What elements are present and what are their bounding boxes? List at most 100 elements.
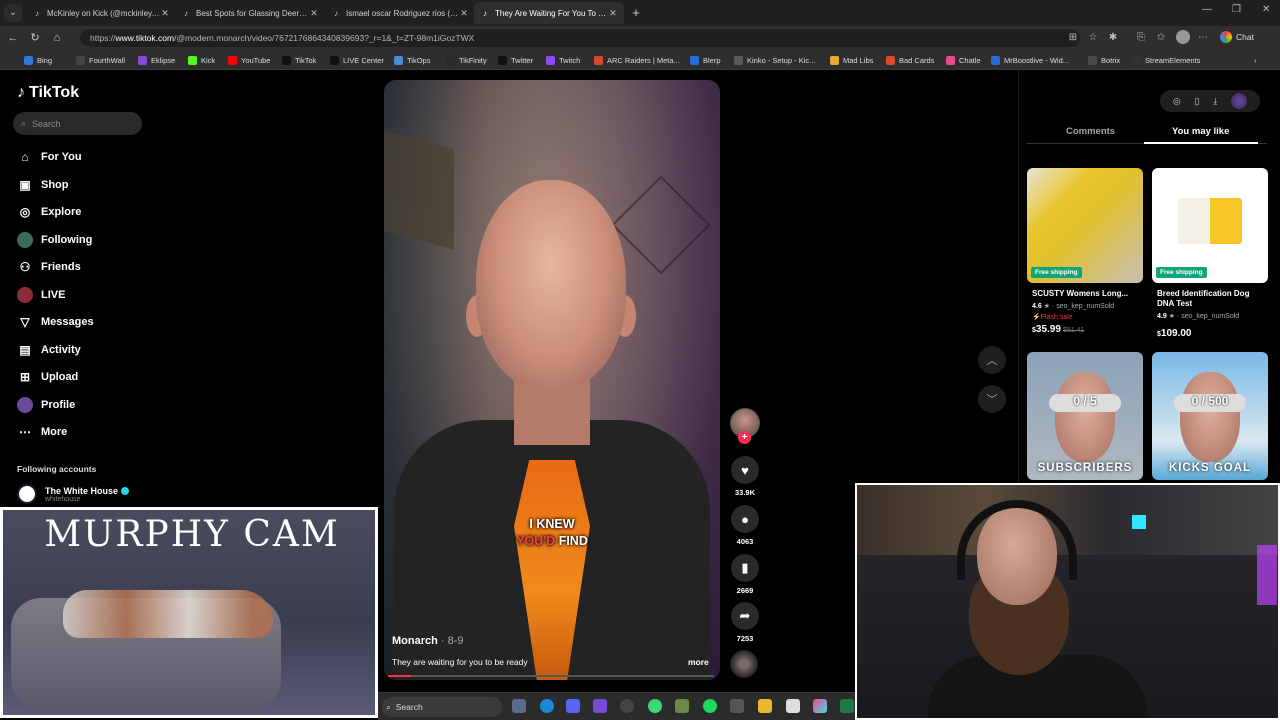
dna-kit-box (1178, 198, 1242, 244)
bookmark-item[interactable]: Botrix (1088, 54, 1120, 66)
profile-avatar[interactable] (1176, 30, 1190, 44)
reload-icon[interactable]: ↻ (28, 31, 42, 45)
follow-plus-icon[interactable]: + (738, 431, 751, 444)
maximize-icon[interactable]: ❐ (1232, 4, 1241, 15)
bookmark-item[interactable]: Twitch (546, 54, 580, 66)
bookmark-item[interactable]: Mad Libs (830, 54, 873, 66)
more-options-icon[interactable]: ⋯ (1196, 31, 1210, 45)
sidebar-item-messages[interactable]: ▽ Messages (17, 314, 93, 330)
video-player[interactable]: I KNEW YOU'D FIND (384, 80, 720, 680)
browser-tab-active[interactable]: ♪ They Are Waiting For You To Be Re ✕ (474, 2, 624, 24)
following-account-item[interactable]: The White House whitehouse (17, 484, 130, 504)
bookmarks-overflow-icon[interactable]: › (1254, 54, 1257, 66)
sidebar-item-activity[interactable]: ▤ Activity (17, 342, 80, 358)
product-card[interactable]: Free shipping Breed Identification Dog D… (1152, 168, 1268, 339)
bookmark-item[interactable]: FourthWall (76, 54, 125, 66)
close-tab-icon[interactable]: ✕ (459, 8, 469, 19)
extensions-icon[interactable]: ✱ (1106, 31, 1120, 45)
discord-icon[interactable] (566, 699, 580, 713)
close-window-icon[interactable]: ✕ (1262, 4, 1270, 15)
sidebar-item-for-you[interactable]: ⌂ For You (17, 149, 81, 165)
more-link[interactable]: more (688, 657, 709, 667)
bookmark-item[interactable]: MrBoostlive - Wid... (991, 54, 1069, 66)
bookmark-item[interactable]: Kick (188, 54, 215, 66)
progress-fill (388, 675, 411, 677)
notepad-icon[interactable] (786, 699, 800, 713)
home-icon[interactable]: ⌂ (50, 31, 64, 45)
favorites-icon[interactable]: ✩ (1154, 31, 1168, 45)
browser-tab[interactable]: ♪ Ismael oscar Rodriguez rios (@ism ✕ (325, 2, 475, 24)
close-tab-icon[interactable]: ✕ (608, 8, 618, 19)
product-card[interactable]: Free shipping SCUSTY Womens Long... 4.6 … (1027, 168, 1143, 335)
app-icon[interactable] (648, 699, 662, 713)
bookmark-item[interactable]: Eklipse (138, 54, 175, 66)
close-tab-icon[interactable]: ✕ (309, 8, 319, 19)
bookmark-item[interactable]: Kinko - Setup - Kic... (734, 54, 815, 66)
task-view-icon[interactable] (512, 699, 526, 713)
close-tab-icon[interactable]: ✕ (160, 8, 170, 19)
tiktok-logo[interactable]: ♪ TikTok (17, 84, 79, 102)
share-button[interactable]: ➦ 7253 (731, 602, 759, 643)
bookmark-item[interactable]: TikOps (394, 54, 430, 66)
excel-icon[interactable] (840, 699, 854, 713)
browser-tab[interactable]: ♪ Best Spots for Glassing Deer: Tips ✕ (175, 2, 325, 24)
bookmark-item[interactable]: Bing (24, 54, 52, 66)
bookmark-item[interactable]: ARC Raiders | Meta... (594, 54, 680, 66)
sidebar-item-more[interactable]: ⋯ More (17, 424, 67, 440)
music-disc[interactable] (730, 650, 758, 678)
bookmark-item[interactable]: Blerp (690, 54, 721, 66)
video-progress-bar[interactable] (388, 675, 714, 677)
browser-tab[interactable]: ♪ McKinley on Kick (@mckinley.tv) | ✕ (26, 2, 176, 24)
next-video-button[interactable]: ﹀ (978, 385, 1006, 413)
search-input[interactable]: ⌕ Search (13, 112, 142, 135)
purple-neon-light (1257, 545, 1277, 605)
save-button[interactable]: ▮ 2669 (731, 554, 759, 595)
download-icon[interactable]: ⤓ (1213, 96, 1217, 107)
bookmark-item[interactable]: TikTok (282, 54, 316, 66)
spotify-icon[interactable] (703, 699, 717, 713)
app-grid-icon[interactable] (593, 699, 607, 713)
app-icon[interactable] (813, 699, 827, 713)
app-icon[interactable] (730, 699, 744, 713)
tab-actions-menu[interactable]: ⌄ (4, 4, 22, 22)
comment-button[interactable]: ● 4063 (731, 505, 759, 546)
file-explorer-icon[interactable] (758, 699, 772, 713)
phone-icon[interactable]: ▯ (1195, 96, 1200, 107)
taskbar-search[interactable]: ⌕ Search (382, 697, 502, 717)
favorite-star-icon[interactable]: ☆ (1086, 31, 1100, 45)
bookmark-item[interactable]: YouTube (228, 54, 270, 66)
tab-you-may-like[interactable]: You may like (1172, 126, 1229, 137)
edge-icon[interactable] (540, 699, 554, 713)
back-icon[interactable]: ← (6, 31, 20, 45)
collections-icon[interactable]: ⎘ (1134, 31, 1148, 45)
video-author[interactable]: Monarch · 8-9 (392, 635, 464, 647)
sidebar-item-upload[interactable]: ⊞ Upload (17, 369, 78, 385)
minimize-icon[interactable]: — (1202, 4, 1212, 15)
copilot-chat-button[interactable]: Chat (1220, 29, 1254, 45)
app-icon[interactable] (675, 699, 689, 713)
suggested-video-card[interactable]: 0 / 5 SUBSCRIBERS (1027, 352, 1143, 480)
url-field[interactable]: https://www.tiktok.com/@modern.monarch/v… (80, 29, 1080, 47)
like-button[interactable]: ♥ 33.9K (731, 456, 759, 497)
sidebar-item-explore[interactable]: ◎ Explore (17, 204, 82, 220)
bookmark-item[interactable]: TikFinity (446, 54, 487, 66)
previous-video-button[interactable]: ︿ (978, 346, 1006, 374)
bookmark-item[interactable]: StreamElements (1132, 54, 1200, 66)
sidebar-item-live[interactable]: LIVE (17, 287, 65, 303)
bookmark-item[interactable]: Bad Cards (886, 54, 934, 66)
suggested-video-card[interactable]: 0 / 500 KICKS GOAL (1152, 352, 1268, 480)
sidebar-item-profile[interactable]: Profile (17, 397, 75, 413)
bookmark-item[interactable]: LIVE Center (330, 54, 384, 66)
bookmark-item[interactable]: Chatle (946, 54, 981, 66)
sidebar-item-shop[interactable]: ▣ Shop (17, 177, 68, 193)
apps-icon[interactable]: ⊞ (1066, 31, 1080, 45)
compass-icon[interactable]: ◎ (1173, 96, 1181, 107)
new-tab-button[interactable]: + (627, 4, 645, 22)
bookmark-item[interactable]: Twitter (498, 54, 533, 66)
user-avatar[interactable] (1231, 93, 1248, 109)
sidebar-item-friends[interactable]: ⚇ Friends (17, 259, 81, 275)
sidebar-item-following[interactable]: Following (17, 232, 92, 248)
obs-icon[interactable] (620, 699, 634, 713)
tab-comments[interactable]: Comments (1066, 126, 1115, 137)
tiktok-icon: ♪ (184, 8, 188, 18)
